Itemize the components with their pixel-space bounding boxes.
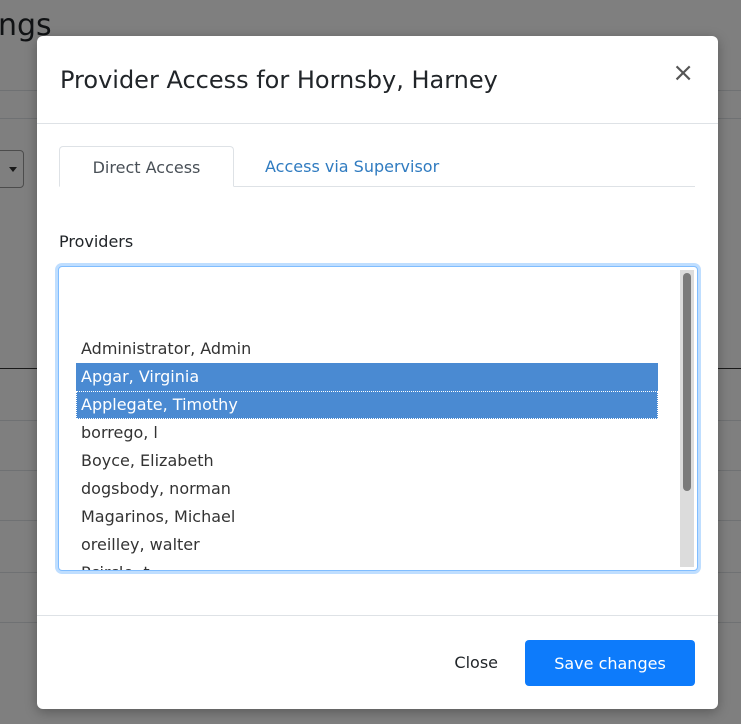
provider-option[interactable]: oreilley, walter bbox=[76, 531, 658, 559]
access-tabs: Direct Access Access via Supervisor bbox=[59, 146, 695, 187]
provider-option-selected[interactable]: Apgar, Virginia bbox=[76, 363, 658, 391]
listbox-scrollbar[interactable] bbox=[680, 270, 694, 567]
modal-footer: Close Save changes bbox=[37, 616, 718, 708]
close-button[interactable]: Close bbox=[454, 640, 498, 686]
providers-multiselect[interactable]: Administrator, Admin Apgar, Virginia App… bbox=[58, 266, 698, 571]
provider-option[interactable]: borrego, l bbox=[76, 419, 658, 447]
modal-header: Provider Access for Hornsby, Harney × bbox=[37, 36, 718, 124]
provider-option[interactable]: Pcircle, t bbox=[76, 559, 658, 570]
scrollbar-thumb[interactable] bbox=[683, 273, 691, 491]
tab-access-via-supervisor[interactable]: Access via Supervisor bbox=[249, 146, 455, 187]
save-changes-button[interactable]: Save changes bbox=[525, 640, 695, 686]
modal-title: Provider Access for Hornsby, Harney bbox=[60, 66, 498, 94]
provider-option-selected[interactable]: Applegate, Timothy bbox=[76, 391, 658, 419]
close-icon[interactable]: × bbox=[672, 60, 694, 86]
provider-option[interactable]: Magarinos, Michael bbox=[76, 503, 658, 531]
provider-option[interactable]: Boyce, Elizabeth bbox=[76, 447, 658, 475]
providers-label: Providers bbox=[59, 232, 134, 251]
provider-option[interactable]: Administrator, Admin bbox=[76, 335, 658, 363]
tab-direct-access[interactable]: Direct Access bbox=[59, 146, 234, 187]
provider-option[interactable]: dogsbody, norman bbox=[76, 475, 658, 503]
provider-option-blank[interactable] bbox=[76, 284, 658, 312]
